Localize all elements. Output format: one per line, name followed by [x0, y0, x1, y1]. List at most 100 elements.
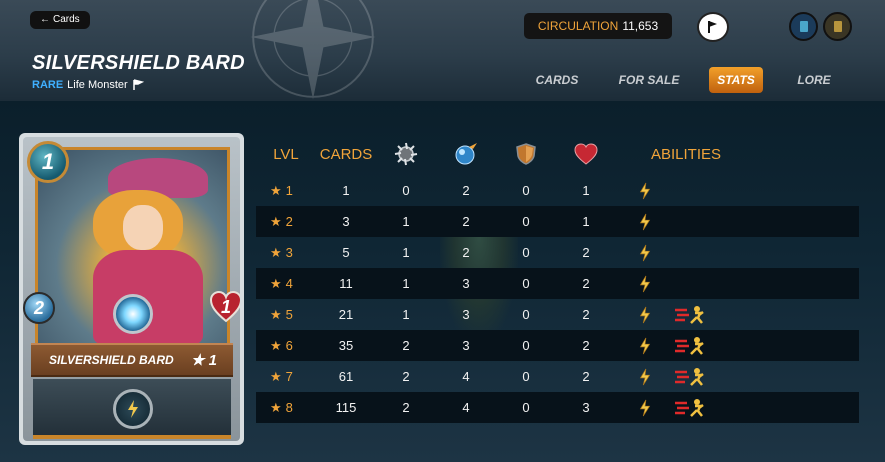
health-cell: 2	[582, 338, 590, 353]
table-row: ★ 1 1 0 2 0 1	[256, 175, 859, 206]
cards-cell: 11	[339, 276, 353, 291]
cards-cell: 115	[335, 400, 357, 415]
star-icon: ★	[270, 275, 282, 291]
star-icon: ★	[270, 399, 282, 415]
health-cell: 2	[582, 245, 590, 260]
health-cell: 2	[582, 307, 590, 322]
tab-lore[interactable]: LORE	[789, 67, 839, 93]
attack-cell: 2	[402, 369, 410, 384]
inspire-ability-icon[interactable]	[632, 392, 658, 423]
cards-cell: 35	[338, 338, 354, 353]
level-value: 1	[285, 183, 293, 198]
armor-cell: 0	[522, 338, 530, 353]
table-row: ★ 7 61 2 4 0 2	[256, 361, 859, 392]
level-cell: ★ 1	[270, 175, 310, 206]
header-bar: ← Cards SILVERSHIELD BARD RARE Life Mons…	[0, 0, 885, 101]
health-cell: 1	[582, 214, 590, 229]
inspire-ability-icon[interactable]	[632, 237, 658, 268]
cards-cell: 1	[342, 183, 350, 198]
level-value: 7	[285, 369, 293, 384]
armor-cell: 0	[522, 400, 530, 415]
health-heart-icon	[574, 143, 598, 165]
armor-shield-icon	[516, 143, 536, 165]
art-face	[123, 205, 163, 250]
tab-for-sale[interactable]: FOR SALE	[614, 67, 684, 93]
inspire-ability-icon[interactable]	[632, 330, 658, 361]
level-value: 8	[285, 400, 293, 415]
armor-cell: 0	[522, 369, 530, 384]
speed-cell: 2	[462, 245, 470, 260]
star-icon: ★	[270, 244, 282, 260]
column-header-armor	[506, 138, 546, 170]
attack-cell: 2	[402, 338, 410, 353]
tab-stats[interactable]: STATS	[709, 67, 763, 93]
speed-cell: 3	[462, 307, 470, 322]
cards-cell: 5	[342, 245, 350, 260]
swiftness-ability-icon[interactable]	[672, 299, 706, 330]
attack-cell: 2	[402, 400, 410, 415]
health-value: 1	[220, 296, 231, 317]
speed-cell: 2	[462, 214, 470, 229]
speed-cell: 2	[462, 183, 470, 198]
star-icon: ★	[270, 182, 282, 198]
attack-cell: 1	[402, 276, 410, 291]
rarity-label: RARE	[32, 79, 64, 91]
gold-card-icon	[833, 20, 842, 32]
back-to-cards-button[interactable]: ← Cards	[30, 11, 90, 29]
circulation-badge: CIRCULATION 11,653	[524, 13, 672, 39]
circulation-label: CIRCULATION	[537, 19, 619, 33]
star-icon: ★	[270, 213, 282, 229]
column-header-health	[566, 138, 606, 170]
inspire-ability-icon[interactable]	[632, 299, 658, 330]
speed-stat-badge: 2	[23, 292, 55, 324]
card-frame: 1 2 1 SILVERSHIELD BARD ★ 1	[23, 137, 240, 441]
table-row: ★ 3 5 1 2 0 2	[256, 237, 859, 268]
speed-cell: 4	[462, 400, 470, 415]
swiftness-ability-icon[interactable]	[672, 392, 706, 423]
speed-cell: 3	[462, 338, 470, 353]
element-gem-icon	[113, 294, 153, 334]
share-button[interactable]	[697, 12, 729, 42]
card-ability-slot	[113, 389, 153, 429]
star-icon: ★	[270, 337, 282, 353]
inspire-ability-icon[interactable]	[632, 268, 658, 299]
inspire-ability-icon[interactable]	[632, 206, 658, 237]
swiftness-ability-icon[interactable]	[672, 330, 706, 361]
table-row: ★ 4 11 1 3 0 2	[256, 268, 859, 299]
table-row: ★ 8 115 2 4 0 3	[256, 392, 859, 423]
inspire-ability-icon	[128, 400, 138, 418]
level-cell: ★ 8	[270, 392, 310, 423]
cards-cell: 3	[342, 214, 350, 229]
speed-cell: 4	[462, 369, 470, 384]
level-cell: ★ 6	[270, 330, 310, 361]
level-cell: ★ 7	[270, 361, 310, 392]
card-subtitle: RARE Life Monster	[32, 79, 144, 91]
star-icon: ★	[270, 306, 282, 322]
stats-table-header: LVL CARDS ABILITIES	[256, 138, 859, 170]
column-header-attack	[386, 138, 426, 170]
arrow-left-icon: ←	[40, 14, 50, 25]
level-cell: ★ 5	[270, 299, 310, 330]
life-splinter-icon	[132, 79, 144, 90]
column-header-abilities: ABILITIES	[650, 145, 722, 163]
level-value: 4	[285, 276, 293, 291]
card-name-banner: SILVERSHIELD BARD ★ 1	[31, 343, 233, 377]
armor-cell: 0	[522, 307, 530, 322]
health-cell: 2	[582, 276, 590, 291]
health-stat-badge: 1	[209, 289, 240, 325]
edition-alpha-button[interactable]	[789, 12, 818, 41]
attack-cell: 1	[402, 307, 410, 322]
inspire-ability-icon[interactable]	[632, 175, 658, 206]
armor-cell: 0	[522, 245, 530, 260]
speed-icon	[455, 143, 477, 165]
attack-cell: 1	[402, 245, 410, 260]
inspire-ability-icon[interactable]	[632, 361, 658, 392]
edition-gold-button[interactable]	[823, 12, 852, 41]
tab-cards[interactable]: CARDS	[528, 67, 586, 93]
column-header-cards: CARDS	[319, 145, 373, 163]
swiftness-ability-icon[interactable]	[672, 361, 706, 392]
art-body	[93, 250, 203, 345]
cards-cell: 21	[338, 307, 354, 322]
health-cell: 2	[582, 369, 590, 384]
speed-cell: 3	[462, 276, 470, 291]
